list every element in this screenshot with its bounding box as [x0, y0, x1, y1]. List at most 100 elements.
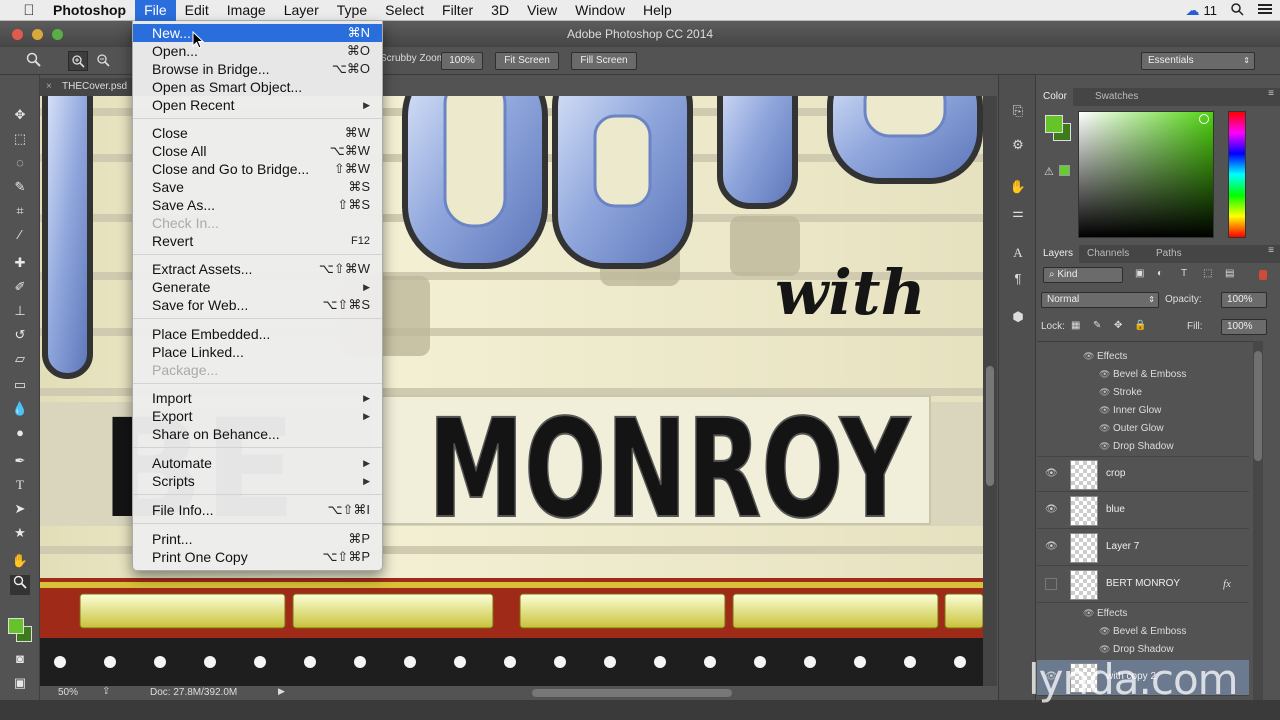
- color-picker-marker[interactable]: [1199, 114, 1209, 124]
- eye-icon[interactable]: 👁: [1099, 401, 1113, 419]
- fill-input[interactable]: 100%: [1221, 319, 1267, 335]
- lock-transparent-icon[interactable]: ▦: [1071, 320, 1080, 331]
- visibility-eye-icon[interactable]: 👁: [1045, 504, 1058, 516]
- menu-item-export[interactable]: Export ▶: [133, 407, 382, 425]
- tab-swatches[interactable]: Swatches: [1089, 88, 1144, 106]
- menu-item-scripts[interactable]: Scripts ▶: [133, 472, 382, 490]
- filter-toggle-icon[interactable]: [1259, 270, 1267, 280]
- tab-layers[interactable]: Layers: [1037, 245, 1080, 263]
- tool-presets-icon[interactable]: ✋: [1008, 177, 1028, 197]
- menu-type[interactable]: Type: [328, 0, 376, 21]
- lasso-tool-icon[interactable]: ◌: [10, 153, 30, 173]
- zoom-tool-preset-icon[interactable]: [26, 52, 42, 73]
- menu-item-revert[interactable]: Revert F12: [133, 232, 382, 250]
- menu-layer[interactable]: Layer: [275, 0, 328, 21]
- path-selection-tool-icon[interactable]: ➤: [10, 499, 30, 519]
- zoom-tool-icon[interactable]: [10, 575, 30, 595]
- lock-all-icon[interactable]: 🔒: [1134, 320, 1146, 331]
- menu-item-open-recent[interactable]: Open Recent ▶: [133, 96, 382, 114]
- zoom-window-button[interactable]: [52, 29, 63, 40]
- menu-item-print[interactable]: Print... ⌘P: [133, 530, 382, 548]
- web-safe-swatch[interactable]: [1059, 165, 1070, 176]
- filter-adjustment-icon[interactable]: ◐: [1157, 268, 1163, 279]
- dodge-tool-icon[interactable]: ●: [10, 423, 30, 443]
- spotlight-search-icon[interactable]: [1231, 2, 1244, 19]
- eyedropper-tool-icon[interactable]: ⁄: [10, 225, 30, 245]
- notification-center-icon[interactable]: [1258, 3, 1272, 18]
- menu-item-save[interactable]: Save ⌘S: [133, 178, 382, 196]
- menu-select[interactable]: Select: [376, 0, 433, 21]
- filter-smart-object-icon[interactable]: ▤: [1225, 268, 1234, 279]
- history-panel-icon[interactable]: ⎘: [1008, 101, 1028, 121]
- menu-3d[interactable]: 3D: [482, 0, 518, 21]
- blend-mode-select[interactable]: Normal ⇕: [1041, 292, 1159, 308]
- menu-item-automate[interactable]: Automate ▶: [133, 454, 382, 472]
- lock-pixels-icon[interactable]: ✎: [1093, 320, 1101, 331]
- effect-outer-glow[interactable]: 👁 Outer Glow: [1099, 419, 1164, 437]
- zoom-100-button[interactable]: 100%: [441, 52, 483, 70]
- scrubby-zoom-label[interactable]: Scrubby Zoom: [380, 53, 445, 64]
- eye-icon[interactable]: 👁: [1099, 419, 1113, 437]
- tab-color[interactable]: Color: [1037, 88, 1073, 106]
- effect-stroke[interactable]: 👁 Stroke: [1099, 383, 1142, 401]
- visibility-off-box[interactable]: [1045, 578, 1057, 590]
- apple-menu-icon[interactable]: : [14, 2, 44, 19]
- zoom-in-icon[interactable]: [68, 51, 88, 71]
- menu-item-close-all[interactable]: Close All ⌥⌘W: [133, 142, 382, 160]
- effect-bevel-emboss[interactable]: 👁 Bevel & Emboss: [1099, 365, 1186, 383]
- foreground-color-swatch[interactable]: [8, 618, 24, 634]
- zoom-out-icon[interactable]: [94, 51, 112, 74]
- layers-scrollbar[interactable]: [1253, 341, 1263, 700]
- blur-tool-icon[interactable]: 💧: [10, 399, 30, 419]
- history-brush-tool-icon[interactable]: ↺: [10, 325, 30, 345]
- fill-screen-button[interactable]: Fill Screen: [571, 52, 637, 70]
- tab-paths[interactable]: Paths: [1150, 245, 1188, 263]
- eraser-tool-icon[interactable]: ▱: [10, 349, 30, 369]
- panel-menu-icon[interactable]: ≡: [1268, 245, 1274, 256]
- quick-mask-icon[interactable]: ◙: [10, 649, 30, 669]
- status-menu-arrow-icon[interactable]: ▶: [278, 686, 285, 697]
- type-tool-icon[interactable]: T: [10, 475, 30, 495]
- eye-icon[interactable]: 👁: [1083, 604, 1097, 622]
- eye-icon[interactable]: 👁: [1099, 622, 1113, 640]
- menu-item-save-for-web[interactable]: Save for Web... ⌥⇧⌘S: [133, 296, 382, 314]
- quick-select-tool-icon[interactable]: ✎: [10, 177, 30, 197]
- menu-item-browse-in-bridge[interactable]: Browse in Bridge... ⌥⌘O: [133, 60, 382, 78]
- document-tab[interactable]: × THECover.psd: [40, 78, 140, 96]
- shape-tool-icon[interactable]: ★: [10, 523, 30, 543]
- screen-mode-icon[interactable]: ▣: [10, 673, 30, 693]
- effect-inner-glow[interactable]: 👁 Inner Glow: [1099, 401, 1161, 419]
- move-tool-icon[interactable]: ✥: [10, 105, 30, 125]
- fx-badge[interactable]: fx: [1223, 578, 1231, 590]
- menu-item-extract-assets[interactable]: Extract Assets... ⌥⇧⌘W: [133, 260, 382, 278]
- workspace-select[interactable]: Essentials ⇕: [1141, 52, 1255, 70]
- vertical-scroll-thumb[interactable]: [986, 366, 994, 486]
- clone-stamp-tool-icon[interactable]: ⊥: [10, 301, 30, 321]
- menu-item-print-one-copy[interactable]: Print One Copy ⌥⇧⌘P: [133, 548, 382, 566]
- menu-item-new[interactable]: New... ⌘N: [133, 24, 382, 42]
- menu-view[interactable]: View: [518, 0, 566, 21]
- creative-cloud-icon[interactable]: ☁: [1186, 2, 1200, 19]
- menu-item-share-on-behance[interactable]: Share on Behance...: [133, 425, 382, 443]
- effect-bevel-emboss[interactable]: 👁 Bevel & Emboss: [1099, 622, 1186, 640]
- hand-tool-icon[interactable]: ✋: [10, 551, 30, 571]
- eye-icon[interactable]: 👁: [1099, 383, 1113, 401]
- panel-menu-icon[interactable]: ≡: [1268, 88, 1274, 99]
- 3d-panel-icon[interactable]: ⬢: [1008, 307, 1028, 327]
- lock-position-icon[interactable]: ✥: [1114, 320, 1122, 331]
- effect-drop-shadow[interactable]: 👁 Drop Shadow: [1099, 437, 1174, 455]
- menu-edit[interactable]: Edit: [176, 0, 218, 21]
- effects-row[interactable]: 👁 Effects: [1083, 604, 1127, 622]
- layer-filter-select[interactable]: ⌕ Kind: [1043, 267, 1123, 283]
- layer-row[interactable]: 👁 crop: [1037, 456, 1249, 492]
- menu-image[interactable]: Image: [218, 0, 275, 21]
- close-window-button[interactable]: [12, 29, 23, 40]
- paragraph-panel-icon[interactable]: ¶: [1008, 269, 1028, 289]
- fit-screen-button[interactable]: Fit Screen: [495, 52, 559, 70]
- eye-icon[interactable]: 👁: [1099, 365, 1113, 383]
- close-tab-icon[interactable]: ×: [46, 78, 52, 96]
- adjustments-panel-icon[interactable]: ⚌: [1008, 203, 1028, 223]
- effects-row[interactable]: 👁 Effects: [1083, 347, 1127, 365]
- character-panel-icon[interactable]: A: [1008, 243, 1028, 263]
- layer-row[interactable]: 👁 Layer 7: [1037, 530, 1249, 566]
